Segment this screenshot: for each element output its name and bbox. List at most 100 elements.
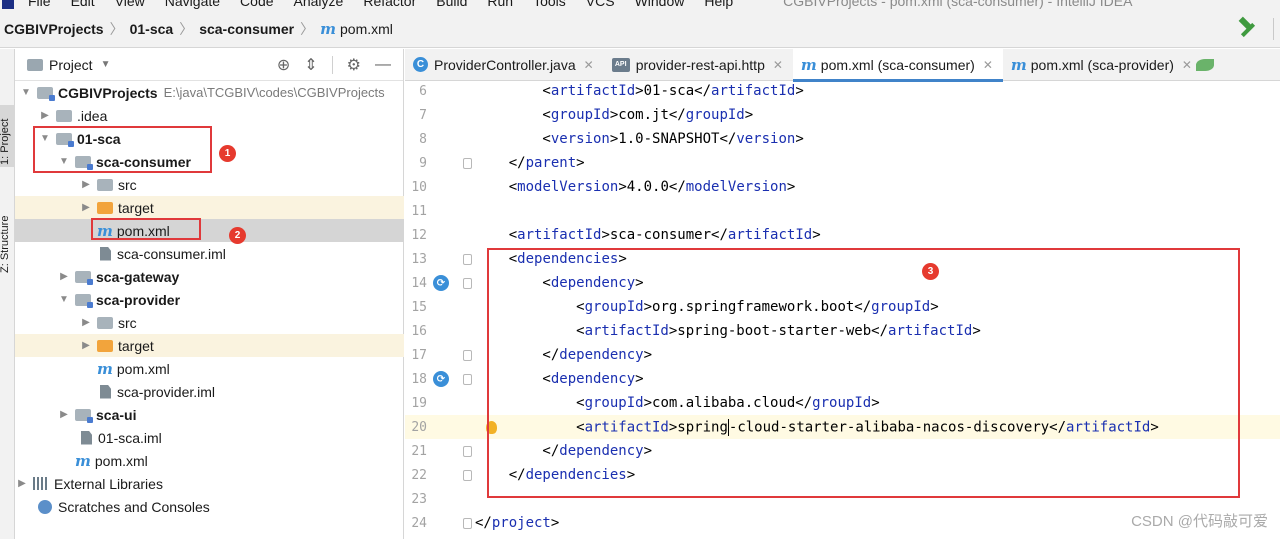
tree-item-src[interactable]: ▶ src (15, 311, 404, 334)
fold-marker-icon[interactable] (463, 445, 472, 457)
breadcrumb: CGBIVProjects 〉 01-sca 〉 sca-consumer 〉 … (0, 19, 393, 39)
breadcrumb-submodule[interactable]: sca-consumer (199, 21, 294, 37)
minimize-icon[interactable]: — (375, 56, 391, 74)
close-icon[interactable]: ✕ (773, 58, 783, 72)
implementation-gutter-icon[interactable]: ⟳ (433, 275, 449, 291)
fold-marker-icon[interactable] (463, 253, 472, 265)
menu-item-code[interactable]: Code (240, 0, 273, 9)
menu-item-vcs[interactable]: VCS (586, 0, 615, 9)
fold-marker-icon[interactable] (463, 349, 472, 361)
tree-item-target[interactable]: ▶ target (15, 334, 404, 357)
line-number: 11 (411, 203, 427, 219)
line-number: 24 (411, 515, 427, 531)
menu-bar: File Edit View Navigate Code Analyze Refactor B… (0, 0, 1280, 10)
chevron-right-icon: 〉 (109, 20, 124, 37)
tree-item-label: pom.xml (116, 360, 170, 377)
tree-item-target[interactable]: ▶ target (15, 196, 404, 219)
tree-item-label: sca-provider (96, 291, 181, 308)
tree-item-root[interactable]: ▼ CGBIVProjects E:\java\TCGBIV\codes\CGB… (15, 81, 404, 104)
tree-item-external-libraries[interactable]: ▶ External Libraries (15, 472, 404, 495)
breadcrumb-module[interactable]: 01-sca (130, 21, 174, 37)
close-icon[interactable]: ✕ (1182, 58, 1192, 72)
tree-item-idea[interactable]: ▶ .idea (15, 104, 404, 127)
expand-arrow-icon[interactable]: ▼ (19, 87, 33, 98)
tree-item-src[interactable]: ▶ src (15, 173, 404, 196)
menu-item-file[interactable]: File (28, 0, 51, 9)
tree-item-iml[interactable]: 01-sca.iml (15, 426, 404, 449)
close-icon[interactable]: ✕ (983, 58, 993, 72)
tree-item-label: sca-provider.iml (117, 383, 216, 400)
collapse-all-icon[interactable]: ⇕ (304, 55, 317, 75)
annotation-badge-2: 2 (229, 227, 246, 244)
tree-item-label: Scratches and Consoles (58, 498, 210, 515)
watermark: CSDN @代码敲可爱 (1131, 513, 1268, 530)
fold-marker-icon[interactable] (463, 277, 472, 289)
annotation-badge-3: 3 (922, 263, 939, 280)
project-panel-header: Project ▼ ⊕ ⇕ ⚙ — (15, 49, 403, 81)
tree-item-iml[interactable]: sca-provider.iml (15, 380, 404, 403)
menu-item-help[interactable]: Help (704, 0, 733, 9)
tree-item-label: CGBIVProjects (58, 84, 158, 101)
code-text: <groupId>com.jt</groupId> (475, 107, 754, 123)
tree-item-sca-ui[interactable]: ▶ sca-ui (15, 403, 404, 426)
collapse-arrow-icon[interactable]: ▶ (57, 409, 71, 420)
code-line[interactable]: 10 <modelVersion>4.0.0</modelVersion> (405, 175, 1280, 199)
project-panel-title[interactable]: Project (49, 57, 93, 73)
build-hammer-icon[interactable] (1237, 18, 1259, 40)
code-line[interactable]: 12 <artifactId>sca-consumer</artifactId> (405, 223, 1280, 247)
code-line[interactable]: 8 <version>1.0-SNAPSHOT</version> (405, 127, 1280, 151)
collapse-arrow-icon[interactable]: ▶ (38, 110, 52, 121)
chevron-down-icon[interactable]: ▼ (101, 59, 111, 70)
collapse-arrow-icon[interactable]: ▶ (57, 271, 71, 282)
tree-item-pom-selected[interactable]: m pom.xml (15, 219, 404, 242)
collapse-arrow-icon[interactable]: ▶ (79, 179, 93, 190)
collapse-arrow-icon[interactable]: ▶ (79, 340, 93, 351)
menu-item-refactor[interactable]: Refactor (363, 0, 416, 9)
close-icon[interactable]: ✕ (584, 58, 594, 72)
menu-item-run[interactable]: Run (487, 0, 513, 9)
code-line[interactable]: 9 </parent> (405, 151, 1280, 175)
code-line[interactable]: 6 <artifactId>01-sca</artifactId> (405, 82, 1280, 103)
gear-icon[interactable]: ⚙ (347, 55, 361, 75)
code-line[interactable]: 11 (405, 199, 1280, 223)
iml-file-icon (100, 384, 111, 399)
tree-item-pom[interactable]: m pom.xml (15, 357, 404, 380)
collapse-arrow-icon[interactable]: ▶ (79, 317, 93, 328)
structure-tool-tab[interactable]: Z: Structure (0, 205, 15, 275)
breadcrumb-file-label: pom.xml (340, 20, 393, 37)
window-title: CGBIVProjects - pom.xml (sca-consumer) -… (783, 0, 1133, 9)
menu-item-build[interactable]: Build (436, 0, 467, 9)
code-line[interactable]: 7 <groupId>com.jt</groupId> (405, 103, 1280, 127)
collapse-arrow-icon[interactable]: ▶ (79, 202, 93, 213)
fold-marker-icon[interactable] (463, 373, 472, 385)
tab-pom-sca-provider[interactable]: m pom.xml (sca-provider) ✕ (1003, 49, 1224, 81)
tab-pom-sca-consumer[interactable]: m pom.xml (sca-consumer) ✕ (792, 48, 1003, 82)
tree-item-sca-provider[interactable]: ▼ sca-provider (15, 288, 404, 311)
breadcrumb-file[interactable]: m pom.xml (320, 20, 393, 38)
breadcrumb-project[interactable]: CGBIVProjects (4, 21, 104, 37)
tab-provider-rest-api[interactable]: API provider-rest-api.http ✕ (604, 49, 793, 81)
tree-item-iml[interactable]: sca-consumer.iml (15, 242, 404, 265)
tree-item-pom[interactable]: m pom.xml (15, 449, 404, 472)
menu-item-window[interactable]: Window (635, 0, 685, 9)
project-tool-tab[interactable]: 1: Project (0, 105, 15, 167)
implementation-gutter-icon[interactable]: ⟳ (433, 371, 449, 387)
tab-provider-controller[interactable]: C ProviderController.java ✕ (405, 49, 604, 81)
tree-item-sca-gateway[interactable]: ▶ sca-gateway (15, 265, 404, 288)
menu-item-view[interactable]: View (115, 0, 145, 9)
tree-item-scratches[interactable]: Scratches and Consoles (15, 495, 404, 518)
expand-arrow-icon[interactable]: ▼ (57, 294, 71, 305)
locate-target-icon[interactable]: ⊕ (277, 55, 290, 75)
iml-file-icon (100, 246, 111, 261)
menu-item-edit[interactable]: Edit (71, 0, 95, 9)
fold-marker-icon[interactable] (463, 517, 472, 529)
collapse-arrow-icon[interactable]: ▶ (15, 478, 29, 489)
code-text: </project> (475, 515, 560, 531)
fold-marker-icon[interactable] (463, 157, 472, 169)
menu-item-tools[interactable]: Tools (533, 0, 566, 9)
fold-marker-icon[interactable] (463, 469, 472, 481)
editor-tabs-bar: C ProviderController.java ✕ API provider… (405, 48, 1280, 82)
tree-item-label: sca-consumer.iml (117, 245, 226, 262)
menu-item-analyze[interactable]: Analyze (294, 0, 344, 9)
menu-item-navigate[interactable]: Navigate (165, 0, 220, 9)
